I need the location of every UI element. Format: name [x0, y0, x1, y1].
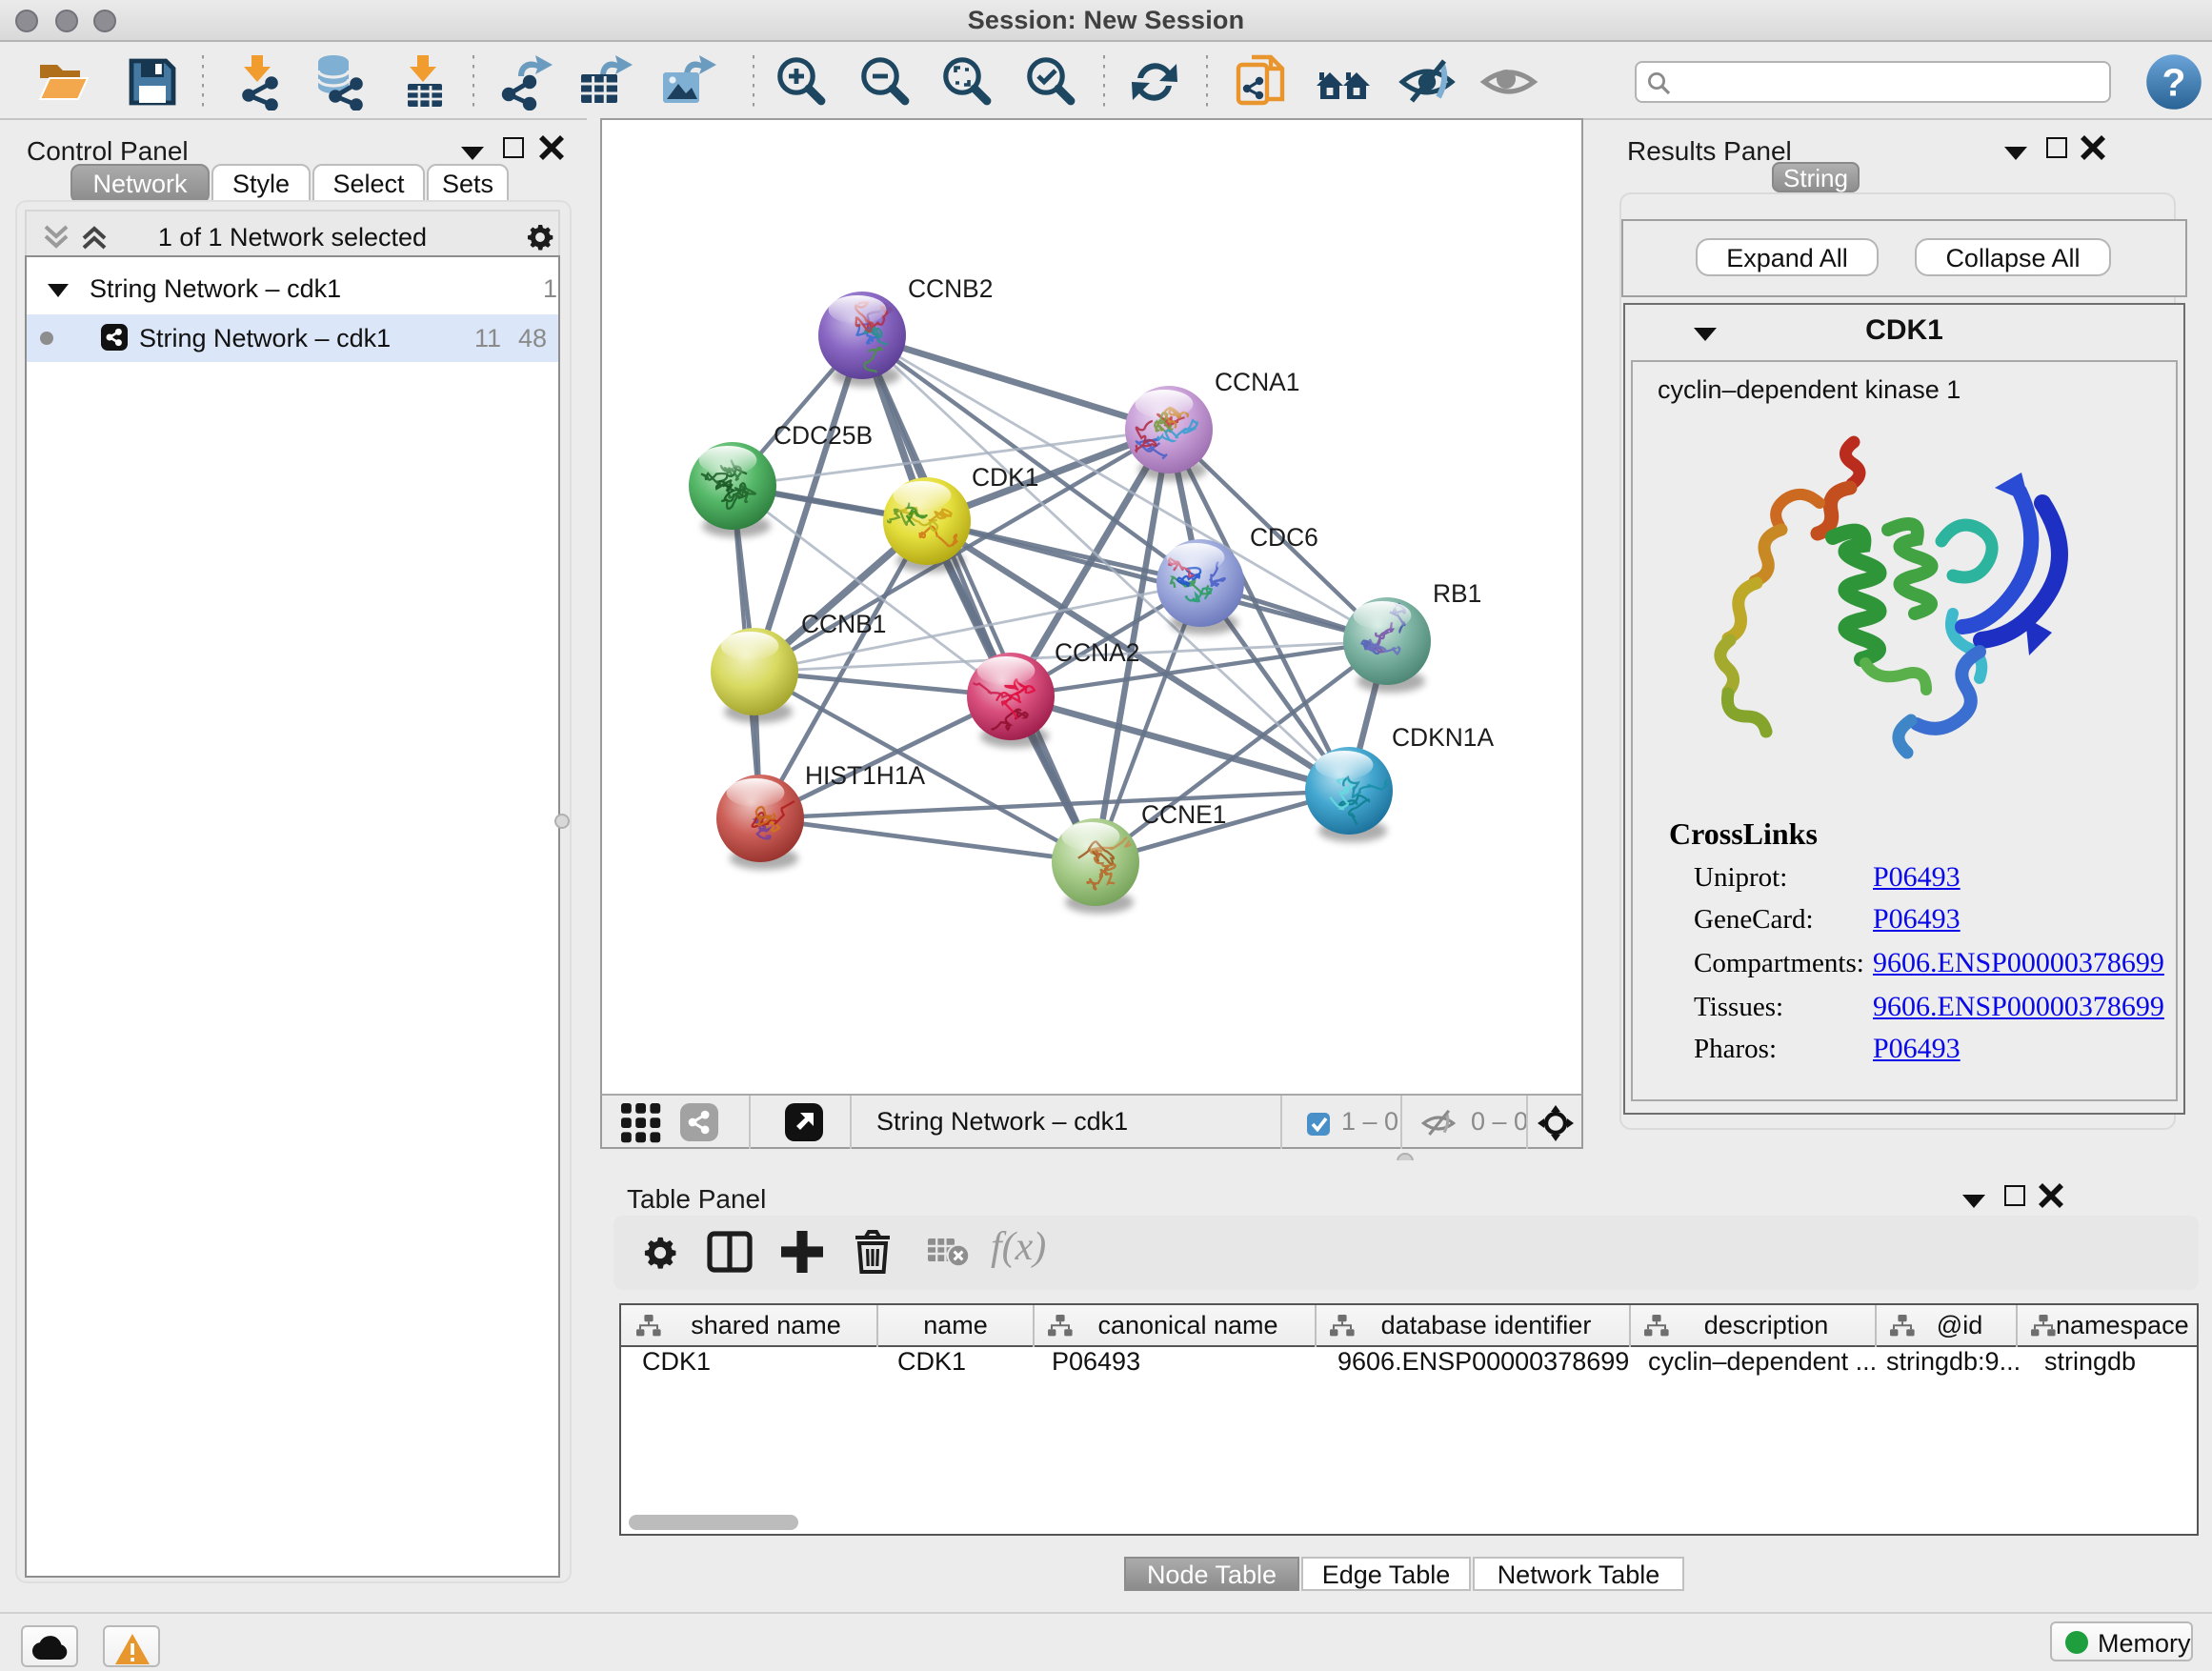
svg-text:CDKN1A: CDKN1A [1392, 723, 1494, 752]
svg-text:CCNE1: CCNE1 [1141, 800, 1226, 829]
svg-text:CCNA2: CCNA2 [1055, 638, 1139, 667]
svg-text:CDK1: CDK1 [972, 463, 1038, 492]
svg-text:?: ? [2162, 60, 2186, 104]
svg-text:CCNA1: CCNA1 [1215, 368, 1299, 396]
svg-text:RB1: RB1 [1433, 579, 1481, 608]
svg-text:CDC6: CDC6 [1250, 523, 1318, 552]
svg-text:CCNB1: CCNB1 [801, 610, 886, 638]
svg-text:CCNB2: CCNB2 [908, 274, 993, 303]
svg-text:CDC25B: CDC25B [774, 421, 873, 450]
svg-text:HIST1H1A: HIST1H1A [805, 761, 926, 790]
